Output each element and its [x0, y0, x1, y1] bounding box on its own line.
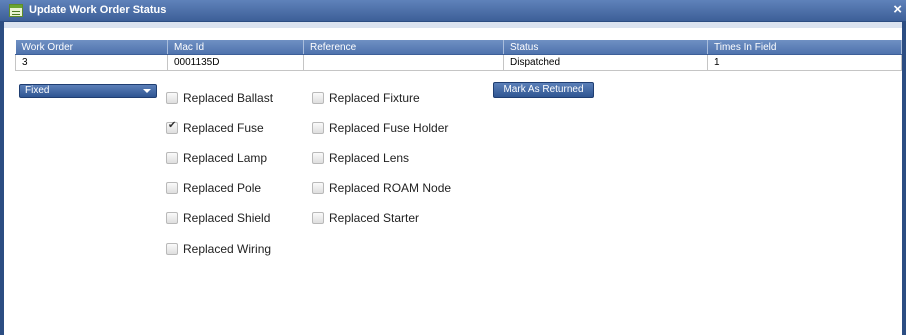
checkbox-label: Replaced ROAM Node	[329, 181, 452, 195]
checkbox-box[interactable]	[166, 212, 178, 224]
cell-reference	[303, 54, 504, 71]
column-header-work-order[interactable]: Work Order	[15, 40, 168, 55]
checkbox-label: Replaced Shield	[183, 211, 271, 225]
close-icon[interactable]: ×	[893, 1, 902, 18]
status-select-value: Fixed	[25, 85, 50, 96]
checkbox-box[interactable]	[312, 152, 324, 164]
window-form-icon	[9, 4, 23, 17]
status-select[interactable]: Fixed	[19, 84, 157, 98]
update-work-order-dialog: Update Work Order Status × Work Order Ma…	[0, 0, 906, 335]
checkbox-label: Replaced Fuse	[183, 121, 264, 135]
dialog-title: Update Work Order Status	[29, 4, 167, 16]
cell-mac-id: 0001135D	[167, 54, 304, 71]
checkbox-box[interactable]	[312, 92, 324, 104]
checkbox-replaced-roam-node[interactable]: Replaced ROAM Node	[312, 181, 451, 195]
checkbox-replaced-wiring[interactable]: Replaced Wiring	[166, 242, 271, 256]
checkbox-box[interactable]	[312, 212, 324, 224]
checkbox-label: Replaced Fixture	[329, 91, 420, 105]
checkbox-replaced-pole[interactable]: Replaced Pole	[166, 181, 261, 195]
cell-status: Dispatched	[503, 54, 708, 71]
table-row[interactable]: 3 0001135D Dispatched 1	[15, 54, 902, 71]
dialog-titlebar[interactable]: Update Work Order Status ×	[0, 0, 906, 22]
checkbox-replaced-starter[interactable]: Replaced Starter	[312, 211, 419, 225]
dialog-toolbar-strip	[4, 22, 902, 28]
checkbox-label: Replaced Lamp	[183, 151, 268, 165]
checkbox-replaced-shield[interactable]: Replaced Shield	[166, 211, 270, 225]
checkbox-label: Replaced Pole	[183, 181, 262, 195]
checkbox-box[interactable]	[166, 92, 178, 104]
checkbox-label: Replaced Starter	[329, 211, 420, 225]
checkbox-replaced-fixture[interactable]: Replaced Fixture	[312, 91, 420, 105]
chevron-down-icon	[143, 89, 151, 93]
cell-work-order: 3	[15, 54, 168, 71]
checkbox-label: Replaced Ballast	[183, 91, 274, 105]
checkbox-label: Replaced Lens	[329, 151, 410, 165]
column-header-status[interactable]: Status	[503, 40, 708, 55]
checkbox-replaced-ballast[interactable]: Replaced Ballast	[166, 91, 273, 105]
column-header-times-in-field[interactable]: Times In Field	[707, 40, 902, 55]
column-header-reference[interactable]: Reference	[303, 40, 504, 55]
grid-header-row: Work Order Mac Id Reference Status Times…	[15, 40, 902, 55]
checkbox-label: Replaced Wiring	[183, 242, 272, 256]
column-header-mac-id[interactable]: Mac Id	[167, 40, 304, 55]
work-order-grid: Work Order Mac Id Reference Status Times…	[15, 40, 902, 71]
cell-times-in-field: 1	[707, 54, 902, 71]
checkbox-replaced-fuse-holder[interactable]: Replaced Fuse Holder	[312, 121, 448, 135]
checkbox-box[interactable]	[312, 122, 324, 134]
mark-as-returned-button[interactable]: Mark As Returned	[493, 82, 594, 98]
checkbox-box-checked[interactable]	[166, 120, 178, 134]
checkbox-box[interactable]	[166, 182, 178, 194]
checkbox-box[interactable]	[166, 243, 178, 255]
checkbox-box[interactable]	[312, 182, 324, 194]
checkbox-box[interactable]	[166, 152, 178, 164]
checkbox-replaced-lens[interactable]: Replaced Lens	[312, 151, 409, 165]
checkbox-label: Replaced Fuse Holder	[329, 121, 449, 135]
checkbox-replaced-fuse[interactable]: Replaced Fuse	[166, 120, 264, 135]
checkbox-replaced-lamp[interactable]: Replaced Lamp	[166, 151, 267, 165]
